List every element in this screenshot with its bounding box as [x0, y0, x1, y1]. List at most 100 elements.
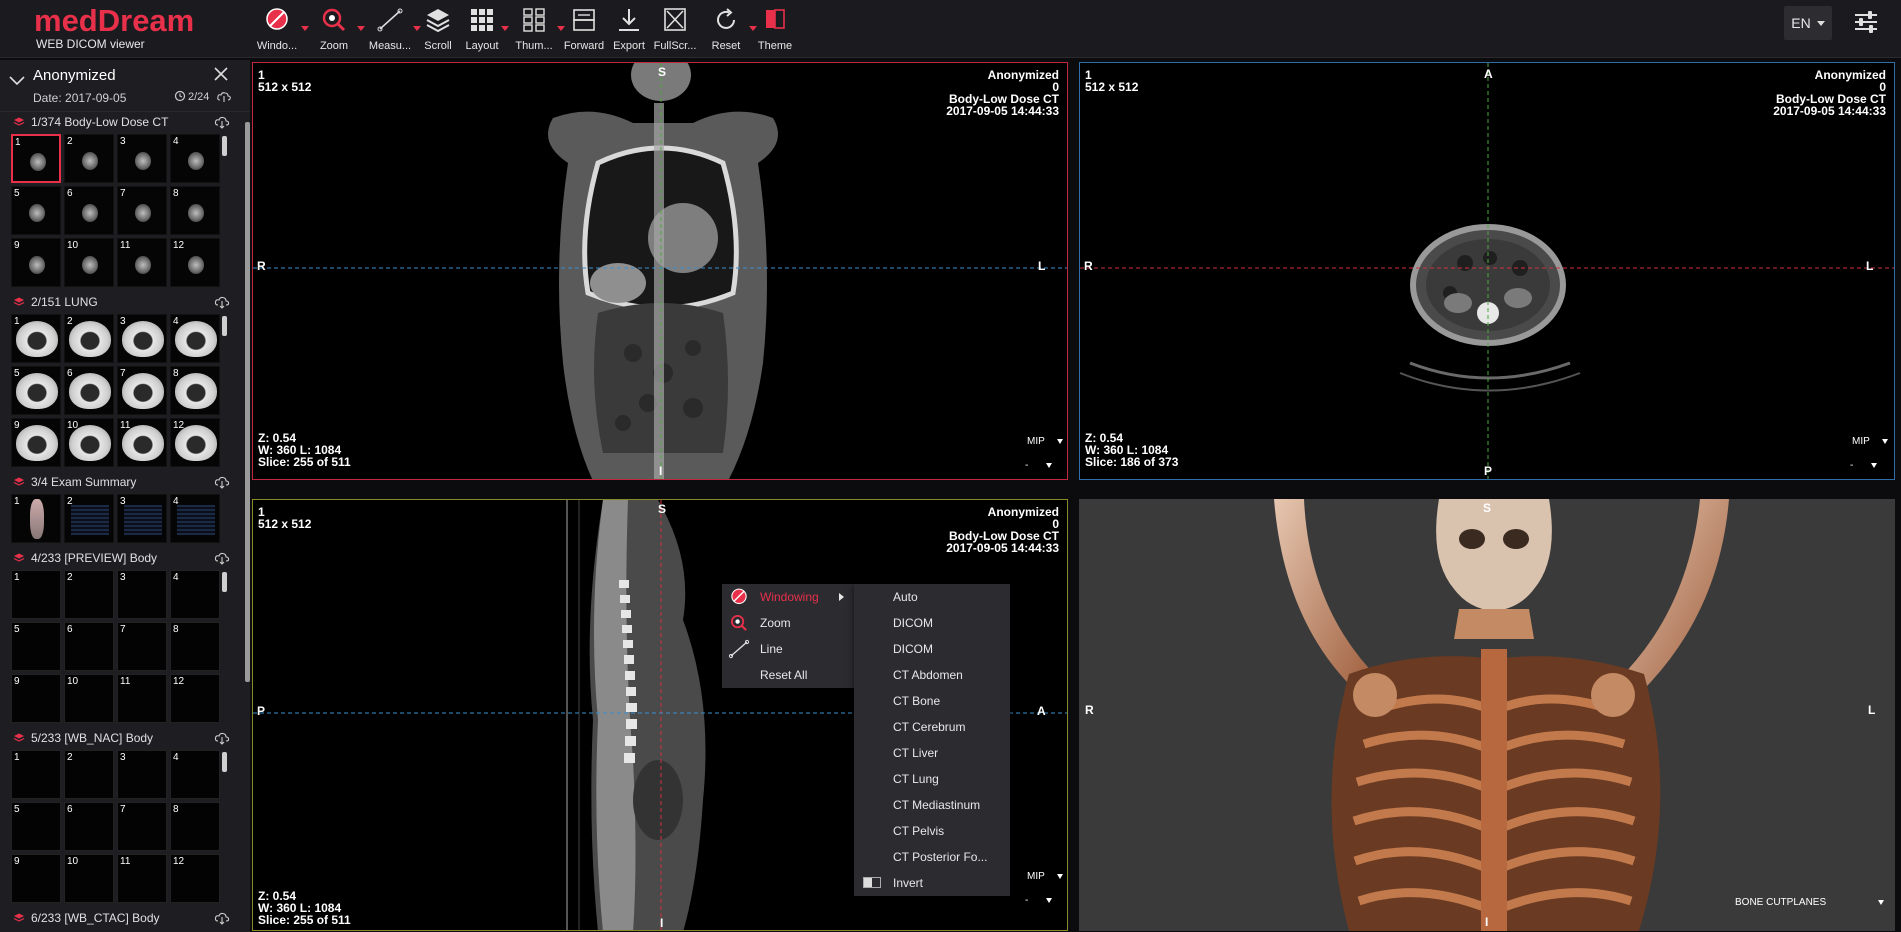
series-header[interactable]: 1/374 Body-Low Dose CT	[0, 112, 250, 134]
download-cloud-icon[interactable]	[217, 91, 231, 103]
series-thumbnail[interactable]: 4	[170, 314, 220, 363]
series-thumbnail[interactable]: 7	[117, 622, 167, 671]
thumbnail-scrollbar[interactable]	[222, 136, 227, 156]
series-thumbnail[interactable]: 12	[170, 674, 220, 723]
download-cloud-icon[interactable]	[214, 551, 230, 565]
series-thumbnail[interactable]: 1	[11, 494, 61, 543]
windowing-preset-item[interactable]: CT Bone	[854, 688, 1010, 714]
windowing-preset-item[interactable]: CT Posterior Fo...	[854, 844, 1010, 870]
series-thumbnail[interactable]: 3	[117, 570, 167, 619]
series-thumbnail[interactable]: 1	[11, 570, 61, 619]
collapse-chevron-icon[interactable]	[8, 72, 26, 90]
windowing-preset-item[interactable]: DICOM	[854, 636, 1010, 662]
settings-sliders-icon[interactable]	[1852, 8, 1880, 36]
toolbar-export-button[interactable]: Export	[606, 6, 652, 52]
series-thumbnail[interactable]: 7	[117, 366, 167, 415]
series-thumbnail[interactable]: 9	[11, 854, 61, 903]
series-thumbnail[interactable]: 6	[64, 622, 114, 671]
series-header[interactable]: 5/233 [WB_NAC] Body	[0, 728, 250, 750]
series-thumbnail[interactable]: 1	[11, 134, 61, 183]
axial-mip-select[interactable]: MIP	[1852, 436, 1888, 447]
series-thumbnail[interactable]: 5	[11, 802, 61, 851]
series-thumbnail[interactable]: 1	[11, 750, 61, 799]
toolbar-scroll-button[interactable]: Scroll	[418, 6, 458, 52]
viewport-axial[interactable]: 1 512 x 512 Anonymized 0 Body-Low Dose C…	[1079, 62, 1895, 480]
windowing-preset-item[interactable]: CT Mediastinum	[854, 792, 1010, 818]
series-thumbnail[interactable]: 2	[64, 494, 114, 543]
toolbar-measure-button[interactable]: Measu...	[362, 6, 421, 52]
toolbar-theme-button[interactable]: Theme	[754, 6, 796, 52]
series-thumbnail[interactable]: 5	[11, 186, 61, 235]
windowing-preset-item[interactable]: CT Cerebrum	[854, 714, 1010, 740]
coronal-mip-thickness[interactable]: -	[1025, 460, 1053, 471]
series-thumbnail[interactable]: 8	[170, 622, 220, 671]
volume-mode-select[interactable]: BONE CUTPLANES	[1735, 897, 1885, 908]
windowing-preset-item[interactable]: CT Liver	[854, 740, 1010, 766]
series-thumbnail[interactable]: 8	[170, 802, 220, 851]
context-item-windowing[interactable]: Windowing	[722, 584, 854, 610]
toolbar-fullscreen-button[interactable]: FullScr...	[652, 6, 698, 52]
series-thumbnail[interactable]: 7	[117, 186, 167, 235]
thumbnail-scrollbar[interactable]	[222, 316, 227, 336]
download-cloud-icon[interactable]	[214, 115, 230, 129]
series-thumbnail[interactable]: 10	[64, 418, 114, 467]
download-cloud-icon[interactable]	[214, 911, 230, 925]
sagittal-mip-select[interactable]: MIP	[1027, 871, 1063, 882]
series-thumbnail[interactable]: 3	[117, 750, 167, 799]
series-thumbnail[interactable]: 3	[117, 314, 167, 363]
series-thumbnail[interactable]: 12	[170, 238, 220, 287]
context-item-line[interactable]: Line	[722, 636, 854, 662]
series-thumbnail[interactable]: 9	[11, 418, 61, 467]
series-thumbnail[interactable]: 2	[64, 134, 114, 183]
series-thumbnail[interactable]: 2	[64, 570, 114, 619]
windowing-preset-item[interactable]: Invert	[854, 870, 1010, 896]
series-thumbnail[interactable]: 6	[64, 802, 114, 851]
series-thumbnail[interactable]: 8	[170, 366, 220, 415]
sidebar-scrollbar[interactable]	[245, 122, 250, 682]
series-thumbnail[interactable]: 1	[11, 314, 61, 363]
series-thumbnail[interactable]: 4	[170, 134, 220, 183]
series-thumbnail[interactable]: 6	[64, 366, 114, 415]
patient-header[interactable]: Anonymized Date: 2017-09-05 2/24	[0, 60, 250, 112]
download-cloud-icon[interactable]	[214, 731, 230, 745]
series-thumbnail[interactable]: 9	[11, 674, 61, 723]
toolbar-zoom-button[interactable]: Zoom	[306, 6, 365, 52]
download-cloud-icon[interactable]	[214, 295, 230, 309]
series-thumbnail[interactable]: 11	[117, 238, 167, 287]
thumbnail-scrollbar[interactable]	[222, 572, 227, 592]
series-header[interactable]: 2/151 LUNG	[0, 292, 250, 314]
series-thumbnail[interactable]: 6	[64, 186, 114, 235]
series-thumbnail[interactable]: 11	[117, 674, 167, 723]
series-thumbnail[interactable]: 3	[117, 134, 167, 183]
series-header[interactable]: 3/4 Exam Summary	[0, 472, 250, 494]
series-thumbnail[interactable]: 11	[117, 418, 167, 467]
toolbar-forward-button[interactable]: Forward	[562, 6, 606, 52]
viewport-coronal[interactable]: 1 512 x 512 Anonymized 0 Body-Low Dose C…	[252, 62, 1068, 480]
series-thumbnail[interactable]: 10	[64, 238, 114, 287]
series-thumbnail[interactable]: 2	[64, 314, 114, 363]
series-thumbnail[interactable]: 8	[170, 186, 220, 235]
windowing-preset-item[interactable]: CT Lung	[854, 766, 1010, 792]
series-thumbnail[interactable]: 7	[117, 802, 167, 851]
series-thumbnail[interactable]: 10	[64, 674, 114, 723]
series-thumbnail[interactable]: 4	[170, 494, 220, 543]
close-icon[interactable]	[212, 65, 230, 83]
windowing-preset-item[interactable]: CT Abdomen	[854, 662, 1010, 688]
series-header[interactable]: 6/233 [WB_CTAC] Body	[0, 908, 250, 930]
download-cloud-icon[interactable]	[214, 475, 230, 489]
sagittal-mip-thickness[interactable]: -	[1025, 895, 1053, 906]
series-thumbnail[interactable]: 9	[11, 238, 61, 287]
toolbar-reset-button[interactable]: Reset	[698, 6, 757, 52]
windowing-preset-item[interactable]: CT Pelvis	[854, 818, 1010, 844]
toolbar-thumbnails-button[interactable]: Thum...	[506, 6, 565, 52]
series-thumbnail[interactable]: 5	[11, 622, 61, 671]
windowing-preset-item[interactable]: DICOM	[854, 610, 1010, 636]
context-item-reset-all[interactable]: Reset All	[722, 662, 854, 688]
series-thumbnail[interactable]: 3	[117, 494, 167, 543]
thumbnail-scrollbar[interactable]	[222, 752, 227, 772]
coronal-mip-select[interactable]: MIP	[1027, 436, 1063, 447]
windowing-preset-item[interactable]: Auto	[854, 584, 1010, 610]
toolbar-windowing-button[interactable]: Windo...	[248, 6, 309, 52]
series-header[interactable]: 4/233 [PREVIEW] Body	[0, 548, 250, 570]
series-thumbnail[interactable]: 4	[170, 570, 220, 619]
